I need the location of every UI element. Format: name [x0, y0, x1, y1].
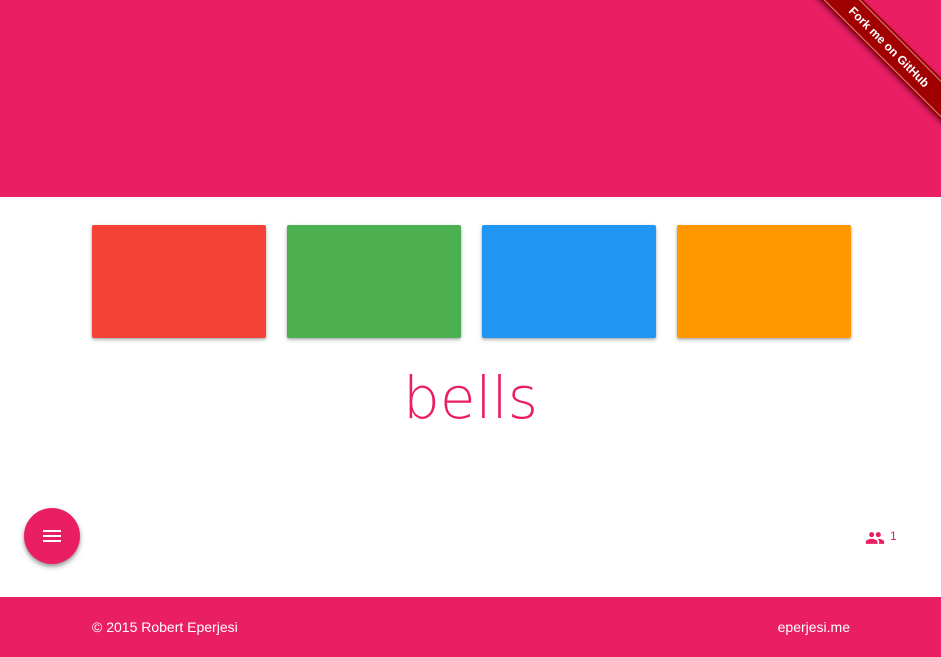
current-word: bells	[403, 364, 538, 432]
footer: © 2015 Robert Eperjesi eperjesi.me	[0, 597, 941, 657]
header-banner: Fork me on GitHub	[0, 0, 941, 197]
red-tile[interactable]	[92, 225, 266, 338]
fork-on-github-ribbon[interactable]: Fork me on GitHub	[807, 0, 941, 129]
menu-fab-button[interactable]	[24, 508, 80, 564]
page: Fork me on GitHub bells 1 © 2015 Robert …	[0, 0, 941, 657]
green-tile[interactable]	[287, 225, 461, 338]
people-icon	[865, 532, 885, 544]
blue-tile[interactable]	[482, 225, 656, 338]
fork-ribbon-container: Fork me on GitHub	[791, 0, 941, 150]
color-tiles	[92, 225, 851, 338]
users-count: 1	[890, 529, 897, 543]
users-online: 1	[861, 528, 897, 548]
eperjesi-link[interactable]: eperjesi.me	[778, 619, 850, 635]
orange-tile[interactable]	[677, 225, 851, 338]
copyright-text: © 2015 Robert Eperjesi	[92, 619, 238, 635]
menu-icon	[43, 530, 61, 542]
